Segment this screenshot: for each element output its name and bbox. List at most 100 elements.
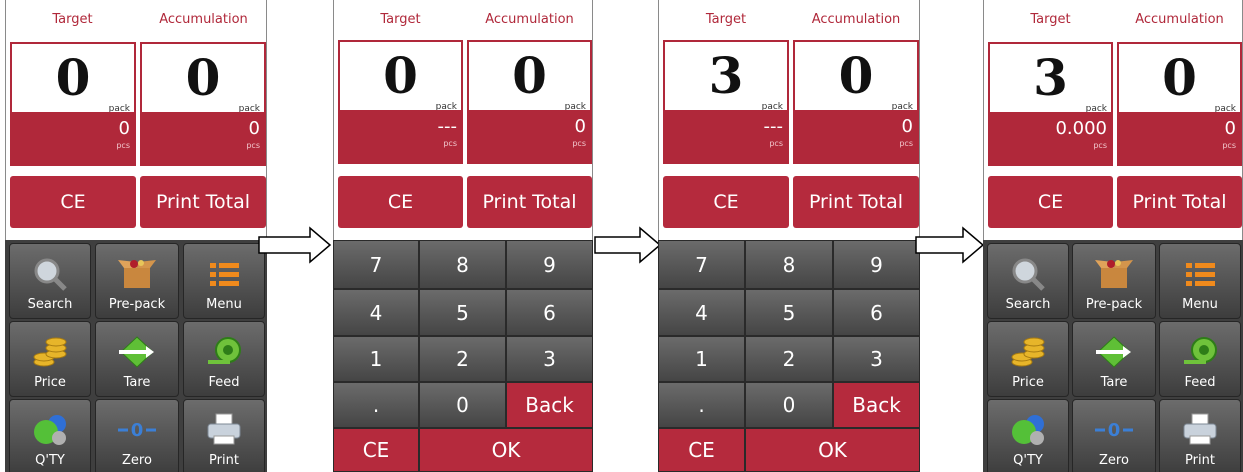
numeric-keypad: 7 8 9 4 5 6 1 2 3 . 0 Back CE OK	[658, 240, 920, 472]
menu-tile[interactable]: Menu	[1159, 243, 1241, 319]
feed-tile[interactable]: Feed	[183, 321, 265, 397]
key-3[interactable]: 3	[506, 336, 593, 382]
pre-pack-tile[interactable]: Pre-pack	[95, 243, 179, 319]
key-1[interactable]: 1	[333, 336, 419, 382]
list-icon	[1186, 263, 1215, 286]
target-subbar: 0 pcs	[12, 112, 134, 164]
back-button[interactable]: Back	[833, 382, 920, 428]
print-label: Print	[1185, 453, 1215, 468]
target-sub-value: 0.000	[1055, 118, 1107, 139]
accumulation-sub-value: 0	[574, 116, 586, 137]
print-total-button[interactable]: Print Total	[1117, 176, 1242, 228]
tare-arrow-icon	[1096, 336, 1131, 368]
key-6[interactable]: 6	[506, 289, 593, 336]
key-0[interactable]: 0	[745, 382, 833, 428]
list-icon	[210, 263, 239, 286]
ok-button[interactable]: OK	[419, 428, 593, 472]
target-sub-unit: pcs	[1093, 141, 1107, 150]
pre-pack-tile[interactable]: Pre-pack	[1072, 243, 1156, 319]
accumulation-subbar: 0 pcs	[795, 110, 917, 162]
key-2[interactable]: 2	[419, 336, 506, 382]
feed-tile[interactable]: Feed	[1159, 321, 1241, 397]
zero-tile[interactable]: 0 Zero	[1072, 399, 1156, 472]
magnifier-icon	[1012, 258, 1045, 291]
key-2[interactable]: 2	[745, 336, 833, 382]
key-5[interactable]: 5	[419, 289, 506, 336]
accumulation-sub-unit: pcs	[899, 139, 913, 148]
zero-icon: 0	[1095, 420, 1133, 441]
zero-label: Zero	[122, 453, 152, 468]
key-9[interactable]: 9	[833, 240, 920, 289]
key-8[interactable]: 8	[745, 240, 833, 289]
key-1[interactable]: 1	[658, 336, 745, 382]
qty-label: Q'TY	[35, 453, 65, 468]
paper-roll-icon	[208, 337, 241, 364]
print-tile[interactable]: Print	[183, 399, 265, 472]
accumulation-value: 0	[185, 48, 221, 107]
back-button[interactable]: Back	[506, 382, 593, 428]
coins-icon	[33, 337, 67, 367]
price-label: Price	[1012, 375, 1044, 390]
target-sub-unit: pcs	[116, 141, 130, 150]
print-tile[interactable]: Print	[1159, 399, 1241, 472]
target-subbar: --- pcs	[340, 110, 461, 162]
print-total-button[interactable]: Print Total	[467, 176, 592, 228]
qty-tile[interactable]: Q'TY	[9, 399, 91, 472]
key-5[interactable]: 5	[745, 289, 833, 336]
accumulation-sub-unit: pcs	[1222, 141, 1236, 150]
print-total-button[interactable]: Print Total	[140, 176, 266, 228]
accumulation-header: Accumulation	[485, 12, 574, 27]
tare-label: Tare	[1100, 375, 1128, 390]
key-8[interactable]: 8	[419, 240, 506, 289]
balls-icon	[1012, 415, 1044, 445]
accumulation-box: 0 pack 0 pcs	[793, 40, 919, 164]
ce-key[interactable]: CE	[658, 428, 745, 472]
target-sub-value: ---	[437, 116, 458, 137]
key-dot[interactable]: .	[333, 382, 419, 428]
price-tile[interactable]: Price	[9, 321, 91, 397]
key-9[interactable]: 9	[506, 240, 593, 289]
zero-tile[interactable]: 0 Zero	[95, 399, 179, 472]
key-4[interactable]: 4	[333, 289, 419, 336]
screen-3: Target Accumulation 3 pack --- pcs 0 pac…	[658, 0, 920, 472]
ce-button[interactable]: CE	[988, 176, 1113, 228]
tare-tile[interactable]: Tare	[95, 321, 179, 397]
menu-tile[interactable]: Menu	[183, 243, 265, 319]
accumulation-value: 0	[512, 46, 547, 105]
ce-button[interactable]: CE	[338, 176, 463, 228]
accumulation-sub-value: 0	[248, 118, 260, 139]
key-7[interactable]: 7	[658, 240, 745, 289]
key-dot[interactable]: .	[658, 382, 745, 428]
function-menu: Search Pre-pack Menu Price Tare Feed Q'T…	[983, 240, 1243, 472]
arrow-right-icon	[915, 226, 985, 264]
target-value: 0	[383, 46, 418, 105]
paper-roll-icon	[1184, 337, 1217, 364]
function-menu: Search Pre-pack Menu Price Tare Feed Q'T…	[5, 240, 267, 472]
key-4[interactable]: 4	[658, 289, 745, 336]
target-box: 0 pack 0 pcs	[10, 42, 136, 166]
target-sub-value: 0	[118, 118, 130, 139]
key-3[interactable]: 3	[833, 336, 920, 382]
target-subbar: --- pcs	[665, 110, 787, 162]
search-tile[interactable]: Search	[9, 243, 91, 319]
display-area: Target Accumulation 3 pack 0.000 pcs 0 p…	[983, 0, 1243, 240]
key-6[interactable]: 6	[833, 289, 920, 336]
qty-tile[interactable]: Q'TY	[987, 399, 1069, 472]
ok-button[interactable]: OK	[745, 428, 920, 472]
key-0[interactable]: 0	[419, 382, 506, 428]
target-value: 3	[708, 46, 744, 105]
print-total-button[interactable]: Print Total	[793, 176, 919, 228]
key-7[interactable]: 7	[333, 240, 419, 289]
price-tile[interactable]: Price	[987, 321, 1069, 397]
ce-key[interactable]: CE	[333, 428, 419, 472]
screen-2: Target Accumulation 0 pack --- pcs 0 pac…	[333, 0, 593, 472]
ce-button[interactable]: CE	[663, 176, 789, 228]
search-tile[interactable]: Search	[987, 243, 1069, 319]
target-sub-unit: pcs	[443, 139, 457, 148]
accumulation-header: Accumulation	[159, 12, 248, 27]
menu-label: Menu	[206, 297, 242, 312]
target-sub-value: ---	[763, 116, 784, 137]
accumulation-sub-unit: pcs	[246, 141, 260, 150]
tare-tile[interactable]: Tare	[1072, 321, 1156, 397]
ce-button[interactable]: CE	[10, 176, 136, 228]
